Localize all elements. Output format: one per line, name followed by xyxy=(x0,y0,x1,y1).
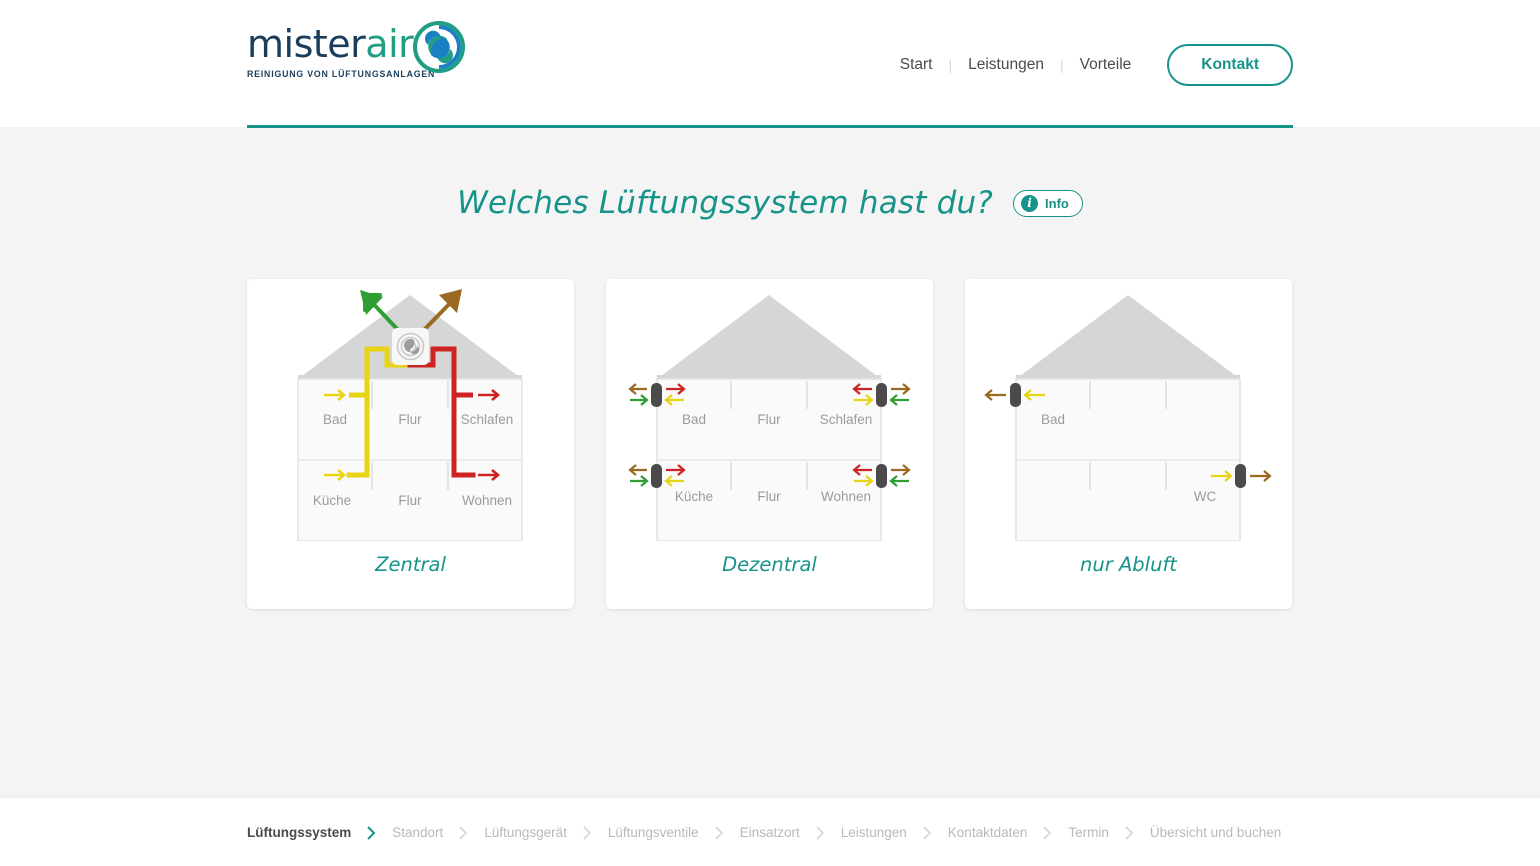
exhaust-only-house-diagram: Bad WC xyxy=(965,279,1292,541)
site-header: misterair REINIGUNG VON LÜFTUNGSANLAGEN … xyxy=(0,0,1540,128)
breadcrumb-step-kontaktdaten[interactable]: Kontaktdaten xyxy=(948,825,1028,840)
nav-item-vorteile[interactable]: Vorteile xyxy=(1066,56,1146,74)
room-label: Flur xyxy=(757,412,781,427)
main-content: Welches Lüftungssystem hast du? i Info B… xyxy=(0,127,1540,797)
room-label: WC xyxy=(1194,489,1217,504)
page-root: misterair REINIGUNG VON LÜFTUNGSANLAGEN … xyxy=(0,0,1540,866)
spiral-logo-icon xyxy=(413,21,465,73)
room-label: Wohnen xyxy=(821,489,871,504)
room-label: Bad xyxy=(323,412,347,427)
system-card-dezentral[interactable]: Bad Flur Schlafen Küche Flur Wohnen Deze… xyxy=(606,279,933,609)
logo[interactable]: misterair REINIGUNG VON LÜFTUNGSANLAGEN xyxy=(247,21,467,93)
nav-separator: | xyxy=(1059,56,1064,73)
room-label: Flur xyxy=(757,489,781,504)
room-label: Schlafen xyxy=(820,412,873,427)
chevron-right-icon xyxy=(816,825,825,840)
room-label: Flur xyxy=(398,493,422,508)
chevron-right-icon xyxy=(715,825,724,840)
chevron-right-icon xyxy=(1125,825,1134,840)
room-label: Schlafen xyxy=(461,412,514,427)
decentral-ventilation-house-diagram: Bad Flur Schlafen Küche Flur Wohnen xyxy=(606,279,933,541)
site-footer: Lüftungssystem Standort Lüftungsgerät Lü… xyxy=(0,797,1540,866)
system-card-label-nur-abluft: nur Abluft xyxy=(1080,553,1177,576)
chevron-right-icon-active xyxy=(367,825,376,840)
info-badge-label: Info xyxy=(1045,195,1069,211)
nav-item-start[interactable]: Start xyxy=(886,56,947,74)
info-badge[interactable]: i Info xyxy=(1013,189,1083,217)
breadcrumb-step-uebersicht-und-buchen[interactable]: Übersicht und buchen xyxy=(1150,825,1281,840)
room-label: Küche xyxy=(675,489,713,504)
system-card-list: Bad Flur Schlafen Küche Flur Wohnen Zent… xyxy=(247,279,1292,609)
breadcrumb: Lüftungssystem Standort Lüftungsgerät Lü… xyxy=(247,798,1281,866)
breadcrumb-step-einsatzort[interactable]: Einsatzort xyxy=(740,825,800,840)
breadcrumb-step-termin[interactable]: Termin xyxy=(1068,825,1109,840)
breadcrumb-step-leistungen[interactable]: Leistungen xyxy=(841,825,907,840)
page-title: Welches Lüftungssystem hast du? xyxy=(457,185,994,221)
chevron-right-icon xyxy=(1043,825,1052,840)
room-label: Küche xyxy=(313,493,351,508)
headline-row: Welches Lüftungssystem hast du? i Info xyxy=(0,185,1540,221)
logo-word-air: air xyxy=(365,22,414,66)
nav-item-leistungen[interactable]: Leistungen xyxy=(954,56,1058,74)
nav-separator: | xyxy=(948,56,953,73)
main-nav: Start | Leistungen | Vorteile Kontakt xyxy=(886,44,1293,86)
room-label: Bad xyxy=(1041,412,1065,427)
info-icon: i xyxy=(1021,194,1039,212)
breadcrumb-step-standort[interactable]: Standort xyxy=(392,825,443,840)
chevron-right-icon xyxy=(923,825,932,840)
breadcrumb-step-lueftungsgeraet[interactable]: Lüftungsgerät xyxy=(484,825,567,840)
room-label: Wohnen xyxy=(462,493,512,508)
chevron-right-icon xyxy=(583,825,592,840)
kontakt-button[interactable]: Kontakt xyxy=(1167,44,1293,86)
room-label: Flur xyxy=(398,412,422,427)
breadcrumb-step-lueftungsventile[interactable]: Lüftungsventile xyxy=(608,825,699,840)
logo-word-mister: mister xyxy=(247,22,366,66)
room-label: Bad xyxy=(682,412,706,427)
system-card-nur-abluft[interactable]: Bad WC nur Abluft xyxy=(965,279,1292,609)
chevron-right-icon xyxy=(459,825,468,840)
central-ventilation-house-diagram: Bad Flur Schlafen Küche Flur Wohnen xyxy=(247,279,574,541)
system-card-zentral[interactable]: Bad Flur Schlafen Küche Flur Wohnen Zent… xyxy=(247,279,574,609)
system-card-label-dezentral: Dezentral xyxy=(722,553,817,576)
breadcrumb-step-luftungssystem[interactable]: Lüftungssystem xyxy=(247,825,351,840)
system-card-label-zentral: Zentral xyxy=(375,553,446,576)
